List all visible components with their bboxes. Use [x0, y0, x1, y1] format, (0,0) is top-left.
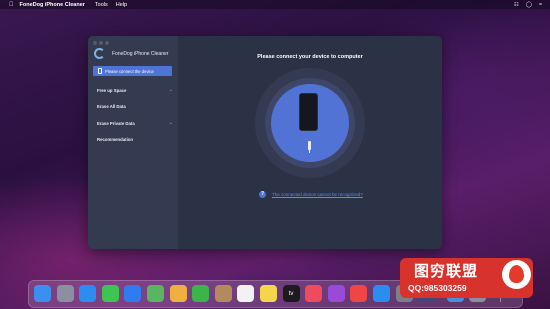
menu-app-name[interactable]: FoneDog iPhone Cleaner: [20, 2, 85, 8]
chevron-down-icon: ⌄: [168, 120, 173, 126]
help-icon[interactable]: ?: [259, 191, 266, 198]
sidebar-item-label: Erase Private Data: [97, 121, 135, 126]
chevron-down-icon: ⌄: [168, 87, 173, 93]
watermark-title: 图穷联盟: [414, 263, 479, 280]
sidebar-item-recommendation[interactable]: Recommendation: [97, 137, 173, 142]
news-icon[interactable]: [350, 285, 368, 302]
mail-icon[interactable]: [124, 285, 142, 302]
usb-cable-icon: [308, 141, 311, 150]
reminders-icon[interactable]: [237, 285, 255, 302]
launchpad-icon[interactable]: [56, 285, 74, 302]
app-brand-name: FoneDog iPhone Cleaner: [112, 51, 169, 57]
clock-icon[interactable]: ◯: [526, 2, 532, 8]
flame-icon: [509, 265, 524, 283]
sidebar-item-label: Erase All Data: [97, 104, 126, 109]
page-title: Please connect your device to computer: [257, 54, 363, 60]
sidebar: FoneDog iPhone Cleaner Please connect th…: [88, 36, 178, 249]
podcasts-icon[interactable]: [327, 285, 345, 302]
maps-icon[interactable]: [147, 285, 164, 302]
sidebar-item-erase-all-data[interactable]: Erase All Data: [97, 104, 173, 109]
sidebar-item-erase-private-data[interactable]: Erase Private Data ⌄: [97, 120, 173, 126]
finder-icon[interactable]: [34, 285, 51, 302]
sidebar-item-free-up-space[interactable]: Free up Space ⌄: [97, 87, 173, 93]
phone-icon: [98, 68, 102, 74]
appstore-icon[interactable]: [373, 285, 390, 302]
apple-menu-icon[interactable]: : [9, 2, 14, 8]
messages-icon[interactable]: [101, 285, 119, 302]
watermark-qq: QQ:985303259: [408, 283, 467, 293]
menu-tools[interactable]: Tools: [95, 2, 108, 8]
iphone-icon: [299, 93, 318, 131]
window-minimize-button[interactable]: [99, 41, 103, 45]
menu-bar:  FoneDog iPhone Cleaner Tools Help ☷ ◯ …: [0, 0, 550, 9]
wifi-icon[interactable]: ≈: [539, 2, 542, 8]
connect-device-label: Please connect the device: [105, 68, 154, 74]
app-window: FoneDog iPhone Cleaner Please connect th…: [88, 36, 442, 249]
facetime-icon[interactable]: [192, 285, 210, 302]
control-center-icon[interactable]: ☷: [514, 2, 519, 8]
window-zoom-button[interactable]: [105, 41, 109, 45]
appletv-icon[interactable]: tv: [282, 285, 300, 302]
notes-icon[interactable]: [260, 285, 277, 302]
usb-cable-tip-icon: [309, 150, 310, 153]
music-icon[interactable]: [305, 285, 323, 302]
sidebar-item-label: Free up Space: [97, 88, 127, 93]
window-close-button[interactable]: [93, 41, 97, 45]
device-not-recognized-link[interactable]: The connected device cannot be recognize…: [272, 192, 363, 197]
contacts-icon[interactable]: [214, 285, 232, 302]
safari-icon[interactable]: [79, 285, 97, 302]
photos-icon[interactable]: [169, 285, 187, 302]
menu-help[interactable]: Help: [116, 2, 127, 8]
fonedog-logo-icon: [94, 48, 105, 59]
connect-device-button[interactable]: Please connect the device: [93, 66, 172, 76]
sidebar-item-label: Recommendation: [97, 137, 134, 142]
